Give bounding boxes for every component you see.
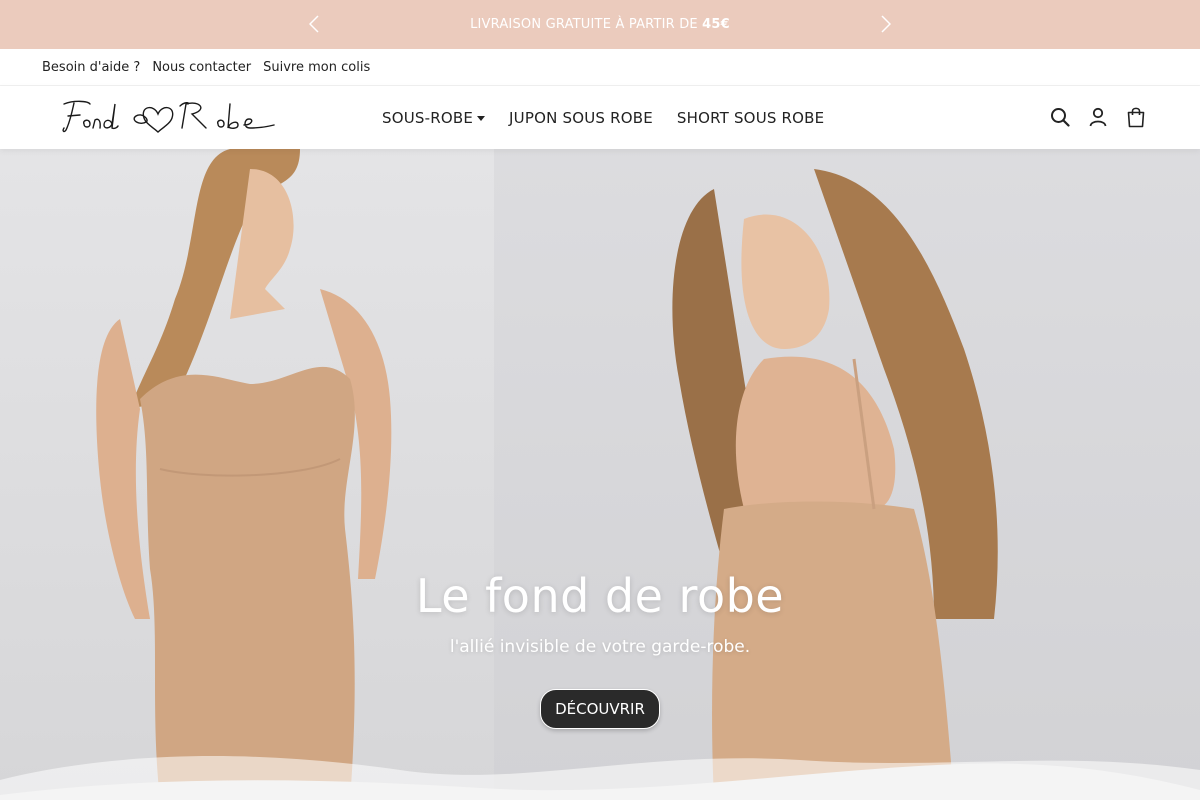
nav-item-label: JUPON SOUS ROBE xyxy=(509,108,653,127)
announcement-message: LIVRAISON GRATUITE À PARTIR DE xyxy=(470,17,703,32)
track-order-link[interactable]: Suivre mon colis xyxy=(263,60,370,75)
announcement-highlight: 45€ xyxy=(702,17,730,32)
caret-down-icon xyxy=(477,115,486,121)
hero-title: Le fond de robe xyxy=(415,569,785,623)
hero-banner: Le fond de robe l'allié invisible de vot… xyxy=(0,149,1200,800)
nav-item-label: SHORT SOUS ROBE xyxy=(676,108,825,127)
nav-item-short-sous-robe[interactable]: SHORT SOUS ROBE xyxy=(677,109,824,127)
discover-button[interactable]: DÉCOUVRIR xyxy=(540,689,660,729)
hero-copy: Le fond de robe l'allié invisible de vot… xyxy=(0,569,1200,729)
cart-icon[interactable] xyxy=(1126,106,1146,128)
utility-bar: Besoin d'aide ? Nous contacter Suivre mo… xyxy=(0,49,1200,86)
search-icon[interactable] xyxy=(1050,106,1070,128)
brand-logo[interactable] xyxy=(60,98,280,138)
hero-subtitle: l'allié invisible de votre garde-robe. xyxy=(449,637,751,657)
hero-wave-divider xyxy=(0,756,1200,800)
chevron-left-icon[interactable] xyxy=(302,12,326,36)
help-link[interactable]: Besoin d'aide ? xyxy=(42,60,140,75)
main-nav: SOUS-ROBE JUPON SOUS ROBE SHORT SOUS ROB… xyxy=(382,86,824,149)
nav-item-label: SOUS-ROBE xyxy=(382,108,474,127)
account-icon[interactable] xyxy=(1088,106,1108,128)
nav-item-sous-robe[interactable]: SOUS-ROBE xyxy=(382,108,486,127)
header-icons xyxy=(1050,106,1146,128)
chevron-right-icon[interactable] xyxy=(874,12,898,36)
main-header: SOUS-ROBE JUPON SOUS ROBE SHORT SOUS ROB… xyxy=(0,86,1200,149)
contact-link[interactable]: Nous contacter xyxy=(152,60,251,75)
announcement-bar: LIVRAISON GRATUITE À PARTIR DE 45€ xyxy=(0,0,1200,49)
announcement-text: LIVRAISON GRATUITE À PARTIR DE 45€ xyxy=(470,17,730,32)
nav-item-jupon-sous-robe[interactable]: JUPON SOUS ROBE xyxy=(509,109,653,127)
